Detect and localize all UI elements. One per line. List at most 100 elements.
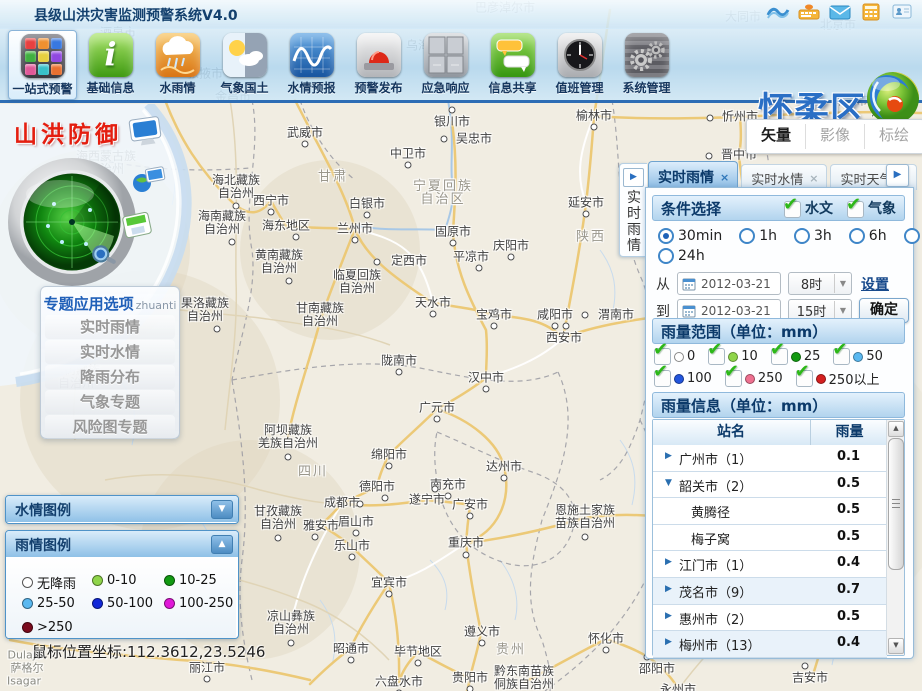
- checkbox-气象[interactable]: ✔气象: [847, 196, 896, 222]
- map-label: 甘孜藏族 自治州: [254, 505, 302, 531]
- scrollbar-thumb[interactable]: [888, 438, 904, 570]
- city-dot-marker: [450, 240, 457, 247]
- map-label: 昭通市: [333, 643, 369, 656]
- city-dot-marker: [479, 640, 486, 647]
- panel-collapse-tab[interactable]: ▶ 实时雨情: [619, 163, 647, 257]
- toolbar-item-alarm[interactable]: 预警发布: [345, 30, 412, 98]
- range-check-100[interactable]: ✔100: [654, 369, 712, 388]
- radio-30min[interactable]: 30min: [658, 228, 722, 244]
- table-row-梅州市（13）[interactable]: ▶梅州市（13）0.4: [653, 631, 887, 658]
- response-icon: [424, 33, 468, 77]
- menu-item-气象专题[interactable]: 气象专题: [45, 390, 175, 414]
- radio-12h[interactable]: 12h: [904, 228, 922, 244]
- water-wave-icon[interactable]: [766, 3, 790, 21]
- checkbox-box: ✔: [771, 348, 788, 365]
- from-date-input[interactable]: 2012-03-21: [677, 272, 781, 295]
- toolbar-item-label: 水情预报: [278, 79, 345, 96]
- tab-close-icon[interactable]: ×: [809, 172, 818, 185]
- city-dot-marker: [382, 495, 389, 502]
- mail-icon[interactable]: [828, 3, 852, 21]
- table-row-惠州市（2）[interactable]: ▶惠州市（2）0.5: [653, 605, 887, 632]
- monitor-icon: [126, 116, 164, 148]
- tab-实时雨情[interactable]: 实时雨情×: [648, 161, 738, 190]
- toolbar-item-response[interactable]: 应急响应: [412, 30, 479, 98]
- tab-scroll-right-button[interactable]: ▶: [886, 164, 909, 187]
- range-color-dot: [791, 352, 801, 362]
- collapse-arrow-icon[interactable]: ▶: [623, 168, 644, 187]
- keyboard-icon[interactable]: [797, 3, 821, 21]
- rain-value: 0.5: [810, 502, 887, 517]
- map-label: 咸阳市: [537, 309, 573, 322]
- chevron-right-icon[interactable]: ▶: [665, 611, 672, 621]
- city-dot-marker: [552, 323, 559, 330]
- range-label: 50: [866, 349, 883, 364]
- map-imagery-button[interactable]: 影像: [806, 120, 864, 153]
- radio-3h[interactable]: 3h: [794, 228, 832, 244]
- app-grid-icon: [21, 34, 65, 78]
- checkbox-水文[interactable]: ✔水文: [784, 196, 833, 222]
- rain-icon: [156, 33, 200, 77]
- table-row-江门市（1）[interactable]: ▶江门市（1）0.4: [653, 551, 887, 578]
- chevron-down-icon[interactable]: ▼: [665, 478, 672, 488]
- chat-window-icon[interactable]: [890, 3, 914, 21]
- chevron-right-icon[interactable]: ▶: [665, 584, 672, 594]
- settings-link[interactable]: 设置: [861, 274, 889, 294]
- map-label: 宜宾市: [371, 577, 407, 590]
- table-row-韶关市（2）[interactable]: ▼韶关市（2）0.5: [653, 472, 887, 499]
- map-label: 广安市: [452, 499, 488, 512]
- calculator-icon[interactable]: [859, 3, 883, 21]
- menu-item-降雨分布[interactable]: 降雨分布: [45, 365, 175, 389]
- scroll-up-button[interactable]: ▲: [888, 421, 904, 437]
- rain-range-row1: ✔0✔10✔25✔50: [654, 348, 883, 365]
- city-dot-marker: [275, 535, 282, 542]
- topic-menu-panel: 专题应用选项zhuanti 实时雨情实时水情降雨分布气象专题风险图专题: [40, 286, 180, 439]
- tab-close-icon[interactable]: ×: [720, 171, 729, 184]
- toolbar-item-share[interactable]: 信息共享: [479, 30, 546, 98]
- toolbar-item-weather[interactable]: 气象国土: [211, 30, 278, 98]
- toolbar-item-gears[interactable]: 系统管理: [613, 30, 680, 98]
- toolbar-item-info[interactable]: i基础信息: [77, 30, 144, 98]
- map-label: 临夏回族 自治州: [333, 269, 381, 295]
- toolbar-item-app-grid[interactable]: 一站式预警: [8, 30, 77, 100]
- disk-icon: [122, 212, 152, 238]
- range-check-250以上[interactable]: ✔250以上: [796, 369, 880, 388]
- menu-item-实时雨情[interactable]: 实时雨情: [45, 315, 175, 339]
- range-check-250[interactable]: ✔250: [725, 369, 783, 388]
- map-label: 宁夏回族 自治区: [413, 180, 473, 206]
- table-scrollbar[interactable]: ▲ ▼: [886, 420, 904, 655]
- topic-menu-subtitle: zhuanti: [136, 299, 177, 312]
- table-row-梅子窝[interactable]: 梅子窝0.5: [653, 525, 887, 552]
- radio-6h[interactable]: 6h: [849, 228, 887, 244]
- water-legend-expand-button[interactable]: ▼: [211, 500, 233, 519]
- menu-item-实时水情[interactable]: 实时水情: [45, 340, 175, 364]
- station-name: 梅子窝: [691, 529, 730, 548]
- rain-legend-collapse-button[interactable]: ▲: [211, 535, 233, 554]
- rain-legend-header: 雨情图例 ▲: [6, 531, 238, 557]
- radio-24h[interactable]: 24h: [658, 248, 705, 264]
- toolbar-item-clock[interactable]: 值班管理: [546, 30, 613, 98]
- range-check-50[interactable]: ✔50: [833, 348, 883, 365]
- chevron-right-icon[interactable]: ▶: [665, 451, 672, 461]
- toolbar-item-rain[interactable]: 水雨情: [144, 30, 211, 98]
- gears-icon: [625, 33, 669, 77]
- chevron-right-icon[interactable]: ▶: [665, 637, 672, 647]
- legend-item: 10-25: [164, 573, 217, 588]
- radio-1h[interactable]: 1h: [739, 228, 777, 244]
- chevron-right-icon[interactable]: ▶: [665, 557, 672, 567]
- toolbar-item-forecast[interactable]: 水情预报: [278, 30, 345, 98]
- map-plot-button[interactable]: 标绘: [865, 120, 922, 153]
- map-vector-button[interactable]: 矢量: [747, 120, 805, 153]
- map-label: 阿坝藏族 羌族自治州: [258, 424, 318, 450]
- from-hour-select[interactable]: 8时 ▼: [788, 272, 852, 295]
- menu-item-风险图专题[interactable]: 风险图专题: [45, 415, 175, 439]
- map-label: 凉山彝族 自治州: [267, 610, 315, 636]
- from-date-value: 2012-03-21: [701, 277, 771, 291]
- radio-label: 24h: [678, 248, 705, 264]
- from-hour-value: 8时: [789, 274, 834, 293]
- rain-legend-title: 雨情图例: [15, 535, 71, 555]
- station-name: 韶关市（2）: [679, 476, 752, 495]
- scroll-down-button[interactable]: ▼: [888, 638, 904, 654]
- table-row-茂名市（9）[interactable]: ▶茂名市（9）0.7: [653, 578, 887, 605]
- table-row-广州市（1）[interactable]: ▶广州市（1）0.1: [653, 445, 887, 472]
- table-row-黄腾径[interactable]: 黄腾径0.5: [653, 498, 887, 525]
